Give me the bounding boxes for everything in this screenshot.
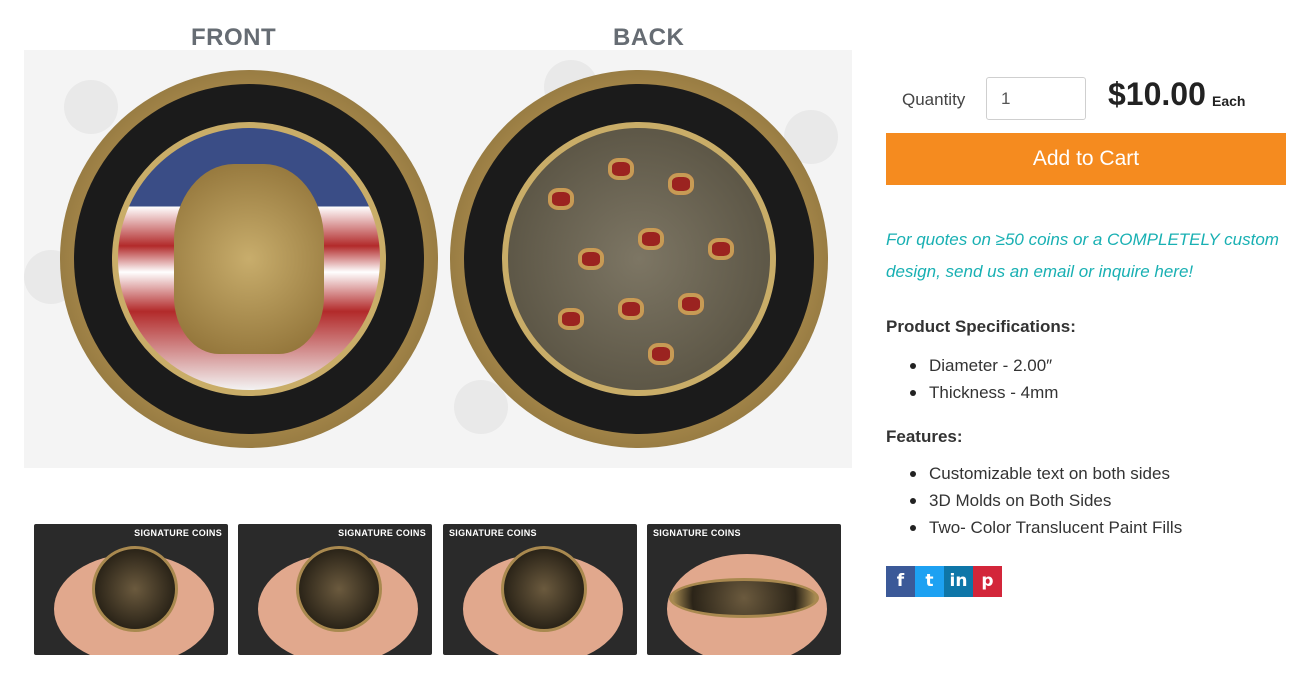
facebook-icon[interactable]: f (886, 566, 915, 597)
brand-logo: SIGNATURE COINS (338, 528, 426, 538)
thumbnail-1[interactable]: SIGNATURE COINS (34, 524, 228, 655)
virus-mark (638, 228, 664, 250)
features-list: Customizable text on both sides 3D Molds… (910, 460, 1182, 541)
list-item: Thickness - 4mm (910, 379, 1058, 406)
price-unit: Each (1212, 93, 1246, 109)
twitter-icon[interactable]: t (915, 566, 944, 597)
main-product-image[interactable] (24, 50, 852, 468)
thumbnail-2[interactable]: SIGNATURE COINS (238, 524, 432, 655)
watermark-icon (64, 80, 118, 134)
list-item: Two- Color Translucent Paint Fills (910, 514, 1182, 541)
brand-logo: SIGNATURE COINS (653, 528, 741, 538)
list-item: Diameter - 2.00″ (910, 352, 1058, 379)
virus-mark (618, 298, 644, 320)
brand-logo: SIGNATURE COINS (449, 528, 537, 538)
quote-link[interactable]: For quotes on ≥50 coins or a COMPLETELY … (886, 224, 1296, 288)
linkedin-icon[interactable]: in (944, 566, 973, 597)
badge-emblem (174, 164, 324, 354)
front-coin-image (60, 70, 438, 448)
virus-mark (678, 293, 704, 315)
virus-mark (648, 343, 674, 365)
coin-center-virus (502, 122, 776, 396)
mini-coin-back (296, 546, 382, 632)
quantity-input[interactable] (986, 77, 1086, 120)
watermark-icon (454, 380, 508, 434)
list-item: 3D Molds on Both Sides (910, 487, 1182, 514)
virus-mark (708, 238, 734, 260)
add-to-cart-button[interactable]: Add to Cart (886, 133, 1286, 185)
price: $10.00 (1108, 76, 1206, 112)
brand-logo: SIGNATURE COINS (134, 528, 222, 538)
virus-mark (548, 188, 574, 210)
social-share-bar: f t in p (886, 566, 1002, 597)
virus-mark (668, 173, 694, 195)
virus-mark (578, 248, 604, 270)
pinterest-icon[interactable]: p (973, 566, 1002, 597)
back-label: BACK (613, 24, 685, 51)
features-heading: Features: (886, 427, 963, 446)
front-label: FRONT (191, 24, 277, 51)
mini-coin-edge (669, 578, 819, 618)
mini-coin-angle (501, 546, 587, 632)
list-item: Customizable text on both sides (910, 460, 1182, 487)
specifications-heading: Product Specifications: (886, 317, 1076, 336)
back-coin-image (450, 70, 828, 448)
mini-coin-front (92, 546, 178, 632)
thumbnail-4[interactable]: SIGNATURE COINS (647, 524, 841, 655)
thumbnail-3[interactable]: SIGNATURE COINS (443, 524, 637, 655)
virus-mark (608, 158, 634, 180)
specifications-list: Diameter - 2.00″ Thickness - 4mm (910, 352, 1058, 406)
quantity-label: Quantity (902, 90, 966, 109)
virus-mark (558, 308, 584, 330)
